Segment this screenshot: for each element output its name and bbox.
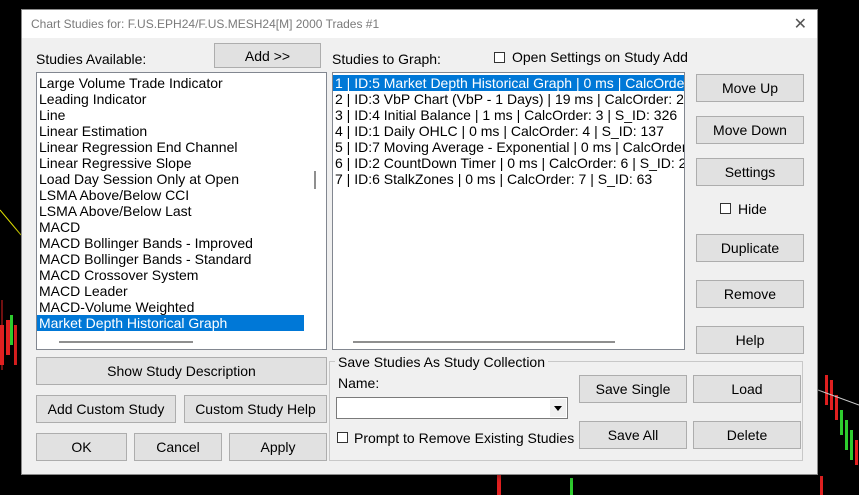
- studies-available-item[interactable]: Linear Regressive Slope: [37, 155, 326, 171]
- studies-to-graph-item[interactable]: 5 | ID:7 Moving Average - Exponential | …: [333, 139, 684, 155]
- studies-available-vscroll-thumb[interactable]: [314, 171, 316, 189]
- studies-to-graph-item[interactable]: 1 | ID:5 Market Depth Historical Graph |…: [333, 75, 684, 91]
- move-down-button[interactable]: Move Down: [696, 116, 804, 144]
- save-single-button[interactable]: Save Single: [579, 375, 687, 403]
- studies-available-item[interactable]: MACD-Volume Weighted: [37, 299, 326, 315]
- add-custom-study-button[interactable]: Add Custom Study: [36, 395, 176, 423]
- studies-to-graph-list[interactable]: 1 | ID:5 Market Depth Historical Graph |…: [332, 72, 685, 350]
- open-settings-checkbox[interactable]: [494, 52, 505, 63]
- close-icon[interactable]: ✕: [794, 14, 807, 34]
- chart-bottom-candles: [497, 475, 823, 495]
- studies-available-item[interactable]: Market Depth Historical Graph: [37, 315, 304, 331]
- add-button[interactable]: Add >>: [214, 43, 321, 68]
- load-button[interactable]: Load: [693, 375, 801, 403]
- chart-right-candles: [817, 375, 859, 465]
- save-all-button[interactable]: Save All: [579, 421, 687, 449]
- name-label: Name:: [338, 375, 380, 391]
- studies-available-item[interactable]: MACD Crossover System: [37, 267, 326, 283]
- studies-to-graph-item[interactable]: 4 | ID:1 Daily OHLC | 0 ms | CalcOrder: …: [333, 123, 684, 139]
- chart-yellow-line: [0, 209, 22, 236]
- studies-available-item[interactable]: Load Day Session Only at Open: [37, 171, 326, 187]
- open-settings-label: Open Settings on Study Add: [512, 49, 688, 65]
- studies-available-item[interactable]: Linear Regression End Channel: [37, 139, 326, 155]
- cancel-button[interactable]: Cancel: [134, 433, 222, 461]
- studies-available-item[interactable]: MACD Leader: [37, 283, 326, 299]
- delete-button[interactable]: Delete: [693, 421, 801, 449]
- studies-to-graph-item[interactable]: 7 | ID:6 StalkZones | 0 ms | CalcOrder: …: [333, 171, 684, 187]
- custom-study-help-button[interactable]: Custom Study Help: [184, 395, 327, 423]
- title-bar: Chart Studies for: F.US.EPH24/F.US.MESH2…: [22, 10, 817, 38]
- combo-dropdown-button[interactable]: [550, 399, 566, 417]
- studies-available-item[interactable]: Linear Estimation: [37, 123, 326, 139]
- prompt-remove-checkbox[interactable]: [337, 432, 348, 443]
- studies-to-graph-label: Studies to Graph:: [332, 51, 441, 67]
- chevron-down-icon: [554, 405, 562, 411]
- studies-to-graph-hscroll-thumb[interactable]: [353, 341, 615, 343]
- studies-available-item[interactable]: LSMA Above/Below CCI: [37, 187, 326, 203]
- studies-available-hscroll-thumb[interactable]: [59, 341, 193, 343]
- help-button[interactable]: Help: [696, 326, 804, 354]
- show-study-description-button[interactable]: Show Study Description: [36, 357, 327, 385]
- studies-to-graph-item[interactable]: 2 | ID:3 VbP Chart (VbP - 1 Days) | 19 m…: [333, 91, 684, 107]
- studies-available-item[interactable]: MACD: [37, 219, 326, 235]
- chart-left-candles: [0, 300, 17, 370]
- duplicate-button[interactable]: Duplicate: [696, 234, 804, 262]
- studies-available-item[interactable]: LSMA Above/Below Last: [37, 203, 326, 219]
- remove-button[interactable]: Remove: [696, 280, 804, 308]
- hide-label: Hide: [738, 201, 767, 217]
- studies-available-list[interactable]: Large Volume Trade Indicator Leading Indi…: [36, 72, 327, 350]
- move-up-button[interactable]: Move Up: [696, 74, 804, 102]
- studies-available-item[interactable]: Line: [37, 107, 326, 123]
- studies-available-item[interactable]: MACD Bollinger Bands - Improved: [37, 235, 326, 251]
- prompt-remove-label: Prompt to Remove Existing Studies: [354, 430, 575, 446]
- collection-name-combo[interactable]: [336, 397, 568, 419]
- studies-available-item[interactable]: Leading Indicator: [37, 91, 326, 107]
- chart-studies-dialog: Chart Studies for: F.US.EPH24/F.US.MESH2…: [21, 9, 818, 475]
- hide-checkbox[interactable]: [720, 203, 731, 214]
- ok-button[interactable]: OK: [36, 433, 127, 461]
- save-collection-title: Save Studies As Study Collection: [335, 354, 549, 370]
- studies-available-item[interactable]: MACD Bollinger Bands - Standard: [37, 251, 326, 267]
- window-title: Chart Studies for: F.US.EPH24/F.US.MESH2…: [31, 17, 380, 31]
- studies-available-label: Studies Available:: [36, 51, 147, 67]
- settings-button[interactable]: Settings: [696, 158, 804, 186]
- studies-available-item[interactable]: Large Volume Trade Indicator: [37, 75, 326, 91]
- studies-to-graph-item[interactable]: 3 | ID:4 Initial Balance | 1 ms | CalcOr…: [333, 107, 684, 123]
- apply-button[interactable]: Apply: [229, 433, 327, 461]
- studies-to-graph-item[interactable]: 6 | ID:2 CountDown Timer | 0 ms | CalcOr…: [333, 155, 684, 171]
